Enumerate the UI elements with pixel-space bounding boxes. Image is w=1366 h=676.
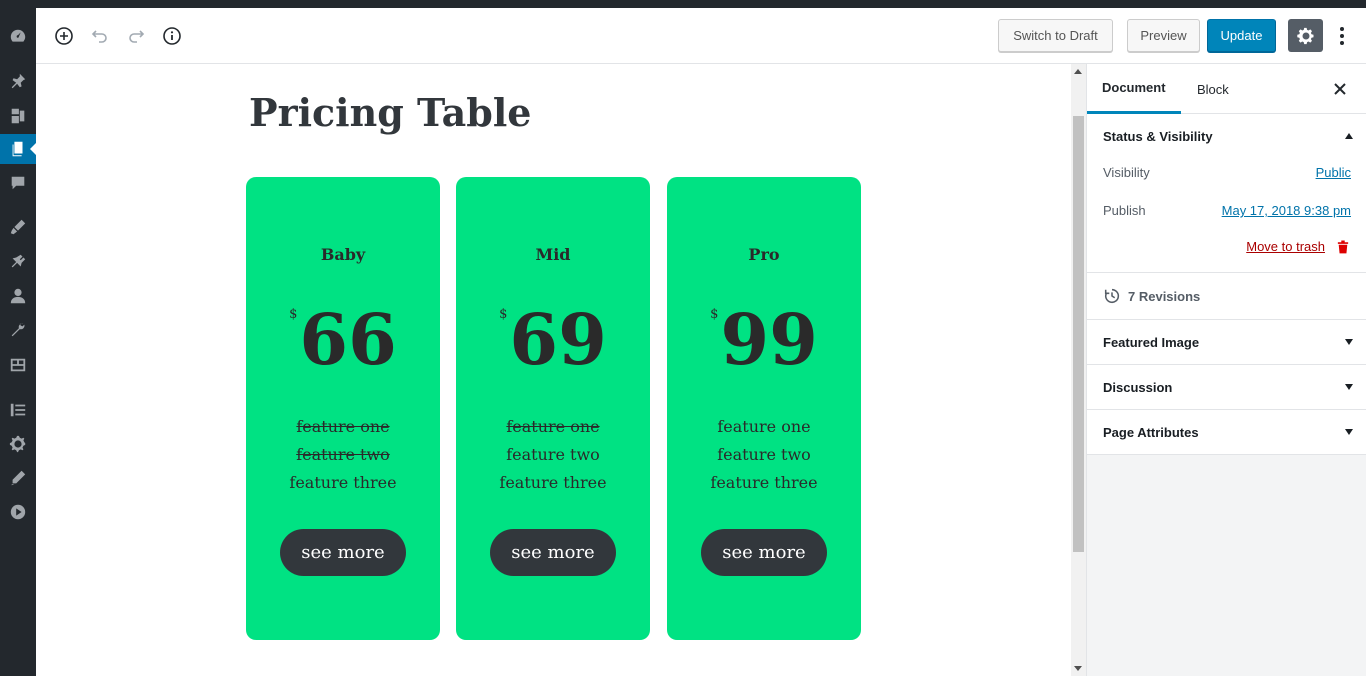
switch-to-draft-button[interactable]: Switch to Draft (998, 19, 1113, 52)
info-icon[interactable] (158, 22, 186, 50)
panel-title[interactable]: Status & Visibility (1103, 129, 1213, 144)
tab-block[interactable]: Block (1197, 64, 1229, 114)
revisions-icon (1103, 287, 1121, 310)
price-amount: 99 (720, 298, 818, 381)
comments-icon[interactable] (0, 168, 36, 198)
trash-row: Move to trash (1103, 239, 1351, 254)
status-visibility-panel: Status & Visibility Visibility Public Pu… (1087, 114, 1366, 273)
feature-item: feature one (296, 417, 390, 436)
plan-price: $ 69 (456, 295, 650, 385)
see-more-button[interactable]: see more (490, 529, 616, 576)
panel-title[interactable]: Featured Image (1103, 335, 1199, 350)
see-more-button[interactable]: see more (701, 529, 827, 576)
users-icon[interactable] (0, 281, 36, 311)
pricing-card-baby[interactable]: Baby $ 66 feature one feature two featur… (246, 177, 440, 640)
publish-label: Publish (1103, 203, 1146, 218)
visibility-label: Visibility (1103, 165, 1150, 180)
update-button[interactable]: Update (1207, 19, 1276, 52)
gear-icon[interactable] (0, 429, 36, 459)
list-icon[interactable] (0, 395, 36, 425)
caret-up-icon[interactable] (1345, 133, 1353, 139)
pages-icon[interactable] (0, 134, 36, 164)
editor-canvas: Pricing Table Baby $ 66 feature one feat… (36, 64, 1071, 676)
feature-list: feature one feature two feature three (667, 413, 861, 497)
feature-item: feature three (499, 473, 607, 492)
caret-down-icon[interactable] (1345, 384, 1353, 390)
panel-title[interactable]: Discussion (1103, 380, 1172, 395)
sidebar-tabs: Document Block (1087, 64, 1366, 114)
more-options-icon[interactable] (1330, 22, 1354, 50)
pricing-card-pro[interactable]: Pro $ 99 feature one feature two feature… (667, 177, 861, 640)
discussion-panel[interactable]: Discussion (1087, 365, 1366, 410)
feature-item: feature two (506, 445, 600, 464)
trash-icon[interactable] (1337, 239, 1349, 257)
appearance-icon[interactable] (0, 212, 36, 242)
publish-date-link[interactable]: May 17, 2018 9:38 pm (1222, 203, 1351, 218)
dashboard-icon[interactable] (0, 21, 36, 51)
redo-icon[interactable] (122, 22, 150, 50)
visibility-row: Visibility Public (1103, 165, 1351, 180)
scroll-down-arrow[interactable] (1074, 666, 1082, 671)
media-icon[interactable] (0, 101, 36, 131)
visibility-link[interactable]: Public (1316, 165, 1351, 180)
revisions-panel[interactable]: 7 Revisions (1087, 273, 1366, 320)
pencil-icon[interactable] (0, 463, 36, 493)
tab-document[interactable]: Document (1087, 64, 1181, 114)
top-admin-strip (0, 0, 1366, 8)
revisions-label[interactable]: 7 Revisions (1128, 289, 1200, 304)
page-attributes-panel[interactable]: Page Attributes (1087, 410, 1366, 455)
preview-button[interactable]: Preview (1127, 19, 1200, 52)
feature-item: feature two (296, 445, 390, 464)
admin-sidebar (0, 0, 36, 676)
scrollbar-thumb[interactable] (1073, 116, 1084, 552)
close-icon[interactable] (1330, 79, 1350, 99)
feature-item: feature one (717, 417, 811, 436)
feature-item: feature one (506, 417, 600, 436)
feature-item: feature two (717, 445, 811, 464)
add-block-icon[interactable] (50, 22, 78, 50)
settings-toggle-button[interactable] (1288, 19, 1323, 52)
currency-symbol: $ (710, 307, 719, 322)
currency-symbol: $ (499, 307, 508, 322)
move-to-trash-link[interactable]: Move to trash (1246, 239, 1325, 254)
scroll-up-arrow[interactable] (1074, 69, 1082, 74)
price-amount: 66 (299, 298, 397, 381)
plan-price: $ 66 (246, 295, 440, 385)
currency-symbol: $ (289, 307, 298, 322)
editor-header: Switch to Draft Preview Update (36, 8, 1366, 64)
price-amount: 69 (509, 298, 607, 381)
plan-name: Mid (535, 245, 571, 264)
see-more-button[interactable]: see more (280, 529, 406, 576)
pin-icon[interactable] (0, 66, 36, 96)
undo-icon[interactable] (86, 22, 114, 50)
feature-list: feature one feature two feature three (456, 413, 650, 497)
panel-title[interactable]: Page Attributes (1103, 425, 1199, 440)
page-title[interactable]: Pricing Table (249, 90, 531, 135)
publish-row: Publish May 17, 2018 9:38 pm (1103, 203, 1351, 218)
plan-name: Pro (748, 245, 780, 264)
plan-price: $ 99 (667, 295, 861, 385)
feature-list: feature one feature two feature three (246, 413, 440, 497)
caret-down-icon[interactable] (1345, 429, 1353, 435)
tools-icon[interactable] (0, 315, 36, 345)
plan-name: Baby (320, 245, 366, 264)
editor-scrollbar[interactable] (1071, 64, 1086, 676)
feature-item: feature three (710, 473, 818, 492)
caret-down-icon[interactable] (1345, 339, 1353, 345)
pricing-card-mid[interactable]: Mid $ 69 feature one feature two feature… (456, 177, 650, 640)
feature-item: feature three (289, 473, 397, 492)
settings-sidebar: Document Block Status & Visibility Visib… (1086, 64, 1366, 676)
play-icon[interactable] (0, 497, 36, 527)
featured-image-panel[interactable]: Featured Image (1087, 320, 1366, 365)
settings-grid-icon[interactable] (0, 350, 36, 380)
gear-icon (1296, 27, 1313, 44)
plugins-icon[interactable] (0, 247, 36, 277)
